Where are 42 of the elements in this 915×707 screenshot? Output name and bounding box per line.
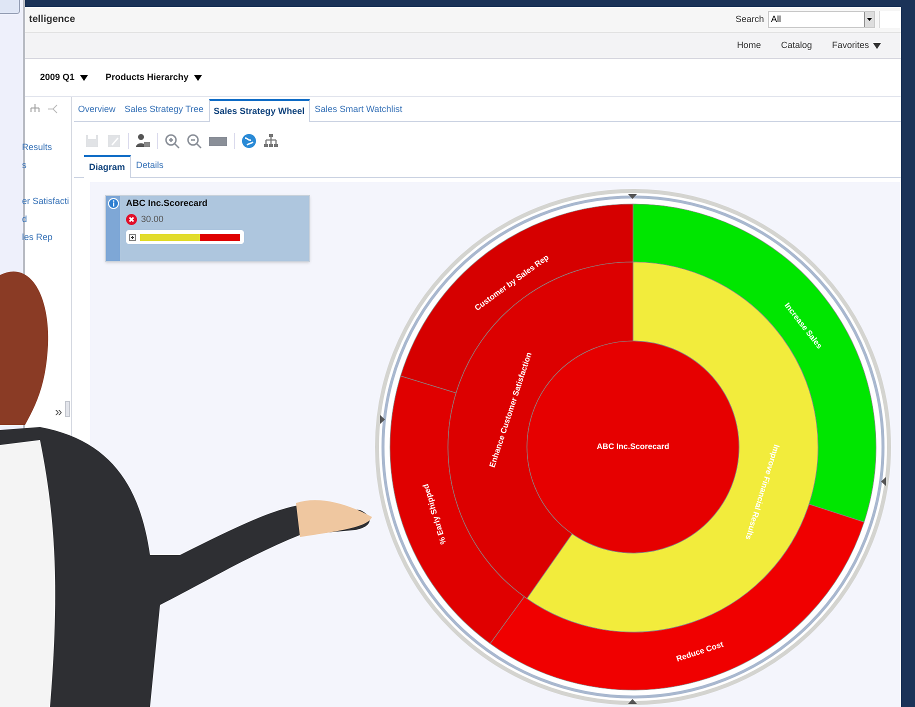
- person-icon[interactable]: [135, 133, 151, 149]
- tab[interactable]: Sales Strategy Wheel: [208, 99, 310, 122]
- nav-link[interactable]: Home: [736, 38, 761, 52]
- segment-label: Reduce Cost: [675, 640, 725, 664]
- zoom-in-icon[interactable]: [164, 133, 180, 149]
- expand-icon[interactable]: [129, 234, 136, 240]
- hierarchy-icon[interactable]: [263, 133, 279, 149]
- dropdown-button[interactable]: [864, 12, 874, 27]
- nav-link[interactable]: Favorites: [832, 38, 881, 52]
- caret-icon: [867, 18, 872, 21]
- sidebar-link[interactable]: les Rep: [22, 231, 71, 243]
- zoom-out-icon[interactable]: [186, 133, 202, 149]
- tab[interactable]: Sales Smart Watchlist: [310, 99, 406, 121]
- search-scope-select[interactable]: All: [768, 10, 875, 28]
- expand-button[interactable]: »: [55, 402, 62, 422]
- sidebar-link[interactable]: er Satisfacti: [22, 195, 71, 207]
- sidebar-link[interactable]: Results: [22, 141, 71, 153]
- caret-icon: [80, 74, 88, 81]
- handle-marker-icon[interactable]: [380, 415, 385, 424]
- search-label: Search: [735, 12, 764, 26]
- tab[interactable]: Overview: [74, 99, 120, 121]
- handle-marker-icon[interactable]: [628, 699, 637, 704]
- subtab[interactable]: Diagram: [84, 155, 132, 178]
- segment-label: ABC Inc.Scorecard: [596, 442, 670, 452]
- prompt-dropdown[interactable]: 2009 Q1: [40, 70, 88, 84]
- scorecard-card[interactable]: ABC Inc.Scorecard 30.00: [105, 195, 310, 262]
- tab[interactable]: Sales Strategy Tree: [120, 99, 208, 121]
- handle-marker-icon[interactable]: [628, 194, 637, 199]
- nav-link[interactable]: Catalog: [780, 38, 812, 52]
- hierarchy-icon[interactable]: [29, 103, 41, 115]
- info-icon[interactable]: [108, 198, 118, 209]
- search-field[interactable]: [879, 10, 901, 28]
- sidebar-link[interactable]: d: [22, 213, 71, 225]
- error-icon: [126, 214, 137, 225]
- app-title: telligence: [29, 12, 76, 27]
- collapse-handle[interactable]: [65, 401, 70, 417]
- caret-icon: [194, 74, 202, 81]
- prompt-dropdown[interactable]: Products Hierarchy: [106, 70, 202, 84]
- subtab[interactable]: Details: [131, 155, 169, 177]
- handle-marker-icon[interactable]: [881, 477, 886, 486]
- score-value: 30.00: [141, 212, 164, 226]
- card-title: ABC Inc.Scorecard: [126, 197, 209, 210]
